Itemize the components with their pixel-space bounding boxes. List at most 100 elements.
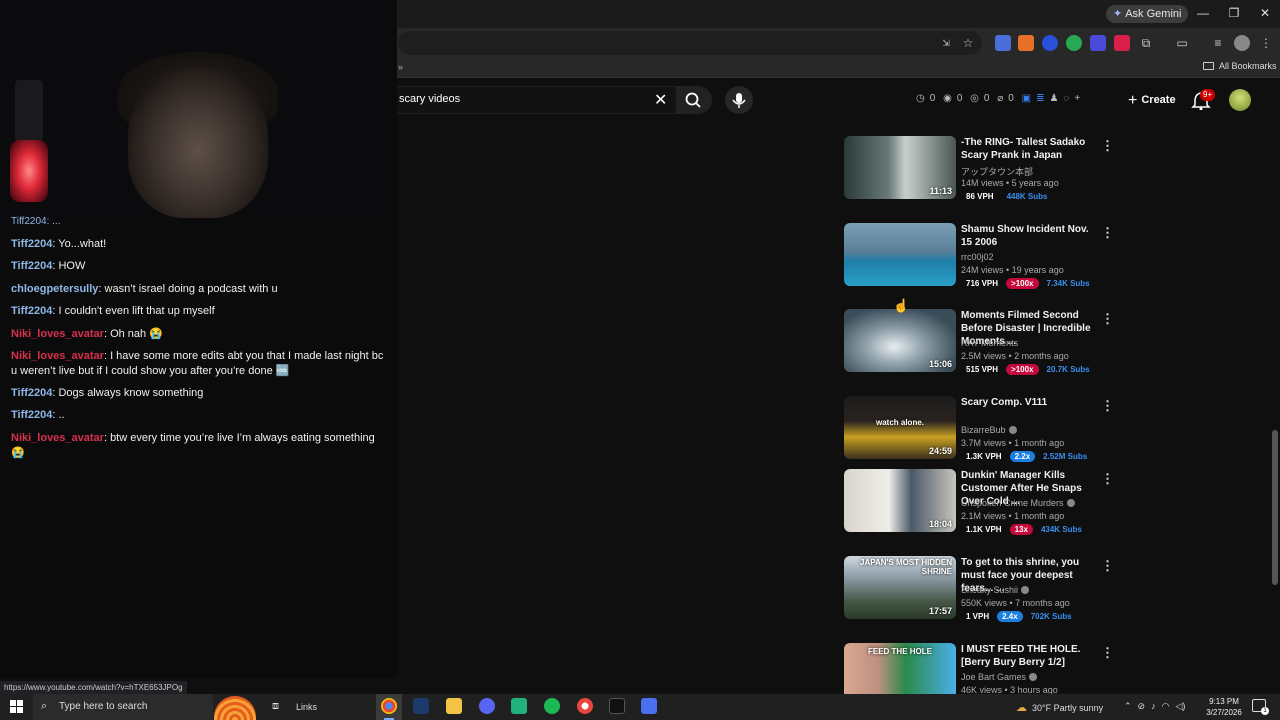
chat-username[interactable]: Tiff2204 — [11, 260, 52, 272]
video-channel[interactable]: RAY Moments — [961, 338, 1018, 348]
extension-6-icon[interactable] — [1114, 35, 1130, 51]
video-result[interactable]: JAPAN'S MOST HIDDEN SHRINE 17:57 To get to… — [844, 556, 1114, 636]
video-thumbnail[interactable] — [844, 223, 956, 286]
chat-tool-icon[interactable]: ◌ — [1063, 93, 1069, 104]
more-actions-icon[interactable]: ⋮ — [1101, 471, 1114, 487]
subscriber-badge: 2.52M Subs — [1043, 452, 1088, 461]
video-channel[interactable]: BizarreBub — [961, 425, 1017, 435]
more-actions-icon[interactable]: ⋮ — [1101, 138, 1114, 154]
subscriber-badge: 702K Subs — [1030, 612, 1072, 621]
profile-avatar-icon[interactable] — [1234, 35, 1250, 51]
steam-app-icon[interactable] — [413, 698, 429, 714]
video-channel[interactable]: Sneaky Sushii — [961, 585, 1030, 595]
voice-search-button[interactable] — [725, 86, 753, 114]
chrome-app-icon[interactable] — [381, 698, 397, 714]
video-channel[interactable]: rrc00j02 — [961, 252, 994, 262]
bookmark-star-icon[interactable]: ☆ — [960, 35, 976, 51]
bookmarks-overflow[interactable]: » — [398, 62, 403, 72]
restore-icon[interactable]: ❐ — [1224, 6, 1244, 20]
chat-username[interactable]: Tiff2204 — [11, 387, 52, 399]
page-scrollbar[interactable] — [1272, 430, 1278, 585]
video-channel[interactable]: Joe Bart Games — [961, 672, 1038, 682]
chat-username[interactable]: Tiff2204 — [11, 238, 52, 250]
chrome-profile-app-icon[interactable] — [577, 698, 593, 714]
video-thumbnail[interactable]: 18:04 — [844, 469, 956, 532]
plus-icon: + — [1128, 92, 1138, 109]
tool-icon[interactable]: ♟ — [1049, 93, 1058, 104]
video-result[interactable]: watch alone. 24:59 Scary Comp. V111 Bizarre… — [844, 396, 1114, 476]
app-icon-5[interactable] — [511, 698, 527, 714]
channel-name: rrc00j02 — [961, 252, 994, 262]
media-controls-icon[interactable]: ≡ — [1210, 35, 1226, 51]
more-actions-icon[interactable]: ⋮ — [1101, 398, 1114, 414]
all-bookmarks-button[interactable]: All Bookmarks — [1203, 61, 1277, 71]
app-icon-9[interactable] — [641, 698, 657, 714]
video-result[interactable]: Shamu Show Incident Nov. 15 2006 rrc00j02… — [844, 223, 1114, 303]
extension-5-icon[interactable] — [1090, 35, 1106, 51]
clear-search-icon[interactable]: ✕ — [654, 90, 667, 110]
more-actions-icon[interactable]: ⋮ — [1101, 558, 1114, 574]
address-bar[interactable] — [398, 31, 982, 55]
create-button[interactable]: + Create — [1120, 88, 1184, 112]
minimize-icon[interactable]: — — [1193, 6, 1213, 20]
video-result[interactable]: 18:04 Dunkin' Manager Kills Customer Afte… — [844, 469, 1114, 549]
more-actions-icon[interactable]: ⋮ — [1101, 225, 1114, 241]
chat-username[interactable]: Tiff2204 — [11, 305, 52, 317]
video-result[interactable]: 15:06 Moments Filmed Second Before Disast… — [844, 309, 1114, 389]
video-title[interactable]: Shamu Show Incident Nov. 15 2006 — [961, 223, 1101, 249]
discord-app-icon[interactable] — [479, 698, 495, 714]
more-actions-icon[interactable]: ⋮ — [1101, 645, 1114, 661]
wifi-icon[interactable]: ◠ — [1162, 701, 1170, 711]
volume-icon[interactable]: ◁) — [1175, 701, 1185, 711]
video-meta: 550K views • 7 months ago — [961, 598, 1070, 608]
video-title[interactable]: Scary Comp. V111 — [961, 396, 1101, 409]
task-view-icon[interactable]: ⧈ — [272, 700, 279, 713]
search-button[interactable] — [676, 86, 712, 114]
add-tool-icon[interactable]: + — [1074, 93, 1080, 104]
video-channel[interactable]: アップタウン本部 — [961, 165, 1033, 178]
extension-2-icon[interactable] — [1018, 35, 1034, 51]
chat-username[interactable]: chloegpetersully — [11, 283, 98, 295]
tray-chevron-icon[interactable]: ⌃ — [1124, 701, 1132, 711]
extension-1-icon[interactable] — [995, 35, 1011, 51]
gemini-sparkle-icon: ✦ — [1113, 8, 1123, 20]
extension-3-icon[interactable] — [1042, 35, 1058, 51]
side-panel-icon[interactable]: ▭ — [1174, 35, 1190, 51]
chat-username[interactable]: Niki_loves_avatar — [11, 432, 104, 444]
channel-name: Sneaky Sushii — [961, 585, 1019, 595]
outlier-ratio-badge: 2.2x — [1009, 451, 1036, 462]
chat-username[interactable]: Tiff2204 — [11, 409, 52, 421]
youtube-avatar[interactable] — [1229, 89, 1251, 111]
chrome-menu-icon[interactable]: ⋮ — [1258, 35, 1274, 51]
clock-time: 9:13 PM — [1209, 697, 1239, 706]
taskbar-search-icon: ⌕ — [41, 700, 48, 712]
extensions-puzzle-icon[interactable]: ⧉ — [1138, 35, 1154, 51]
network-off-icon[interactable]: ⊘ — [1138, 701, 1146, 711]
obs-app-icon[interactable] — [609, 698, 625, 714]
file-explorer-icon[interactable] — [446, 698, 462, 714]
chat-username[interactable]: Niki_loves_avatar — [11, 328, 104, 340]
spotify-app-icon[interactable] — [544, 698, 560, 714]
close-window-icon[interactable]: ✕ — [1255, 6, 1275, 20]
taskbar-clock[interactable]: 9:13 PM 3/27/2026 — [1204, 696, 1244, 718]
video-thumbnail[interactable]: watch alone. 24:59 — [844, 396, 956, 459]
mic-tray-icon[interactable]: ♪ — [1151, 701, 1156, 711]
ext-tool-icon[interactable]: ▣ — [1022, 93, 1031, 104]
install-app-icon[interactable]: ⇲ — [938, 35, 954, 51]
video-thumbnail[interactable]: 11:13 — [844, 136, 956, 199]
weather-widget[interactable]: ☁ 30°F Partly sunny — [1016, 701, 1103, 714]
video-thumbnail[interactable]: 15:06 — [844, 309, 956, 372]
extension-4-icon[interactable] — [1066, 35, 1082, 51]
video-thumbnail[interactable]: JAPAN'S MOST HIDDEN SHRINE 17:57 — [844, 556, 956, 619]
video-channel[interactable]: Unspoken Crime Murders — [961, 498, 1075, 508]
ask-gemini-button[interactable]: ✦ Ask Gemini — [1106, 5, 1189, 23]
video-title[interactable]: I MUST FEED THE HOLE. [Berry Bury Berry … — [961, 643, 1101, 669]
chat-username[interactable]: Niki_loves_avatar — [11, 350, 104, 362]
links-toolbar-label[interactable]: Links — [296, 702, 317, 712]
chat-text: : Yo...what! — [52, 238, 107, 250]
windows-start-icon[interactable] — [10, 700, 23, 713]
video-title[interactable]: -The RING- Tallest Sadako Scary Prank in… — [961, 136, 1101, 162]
list-tool-icon[interactable]: ≣ — [1036, 93, 1044, 104]
video-result[interactable]: 11:13 -The RING- Tallest Sadako Scary Pra… — [844, 136, 1114, 216]
more-actions-icon[interactable]: ⋮ — [1101, 311, 1114, 327]
